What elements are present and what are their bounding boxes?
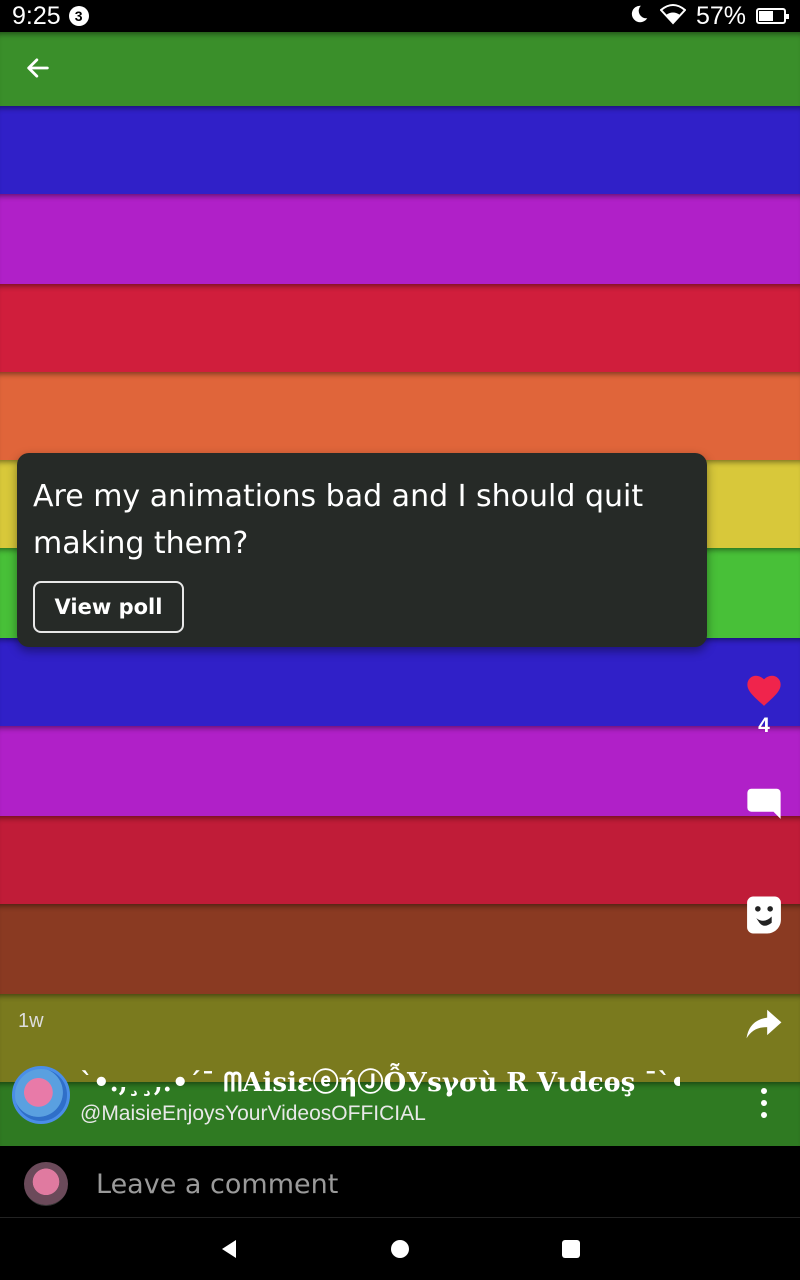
background-stripe (0, 904, 800, 994)
more-options-button[interactable] (752, 1088, 776, 1118)
notification-count-badge: 3 (68, 6, 89, 26)
more-dot (761, 1100, 767, 1106)
background-stripe (0, 816, 800, 904)
share-action[interactable] (744, 1008, 784, 1040)
view-poll-button[interactable]: View poll (33, 581, 184, 633)
comment-icon (747, 788, 781, 819)
battery-level-fill (759, 11, 773, 21)
background-stripe (0, 194, 800, 284)
background-stripe (0, 372, 800, 460)
home-circle-icon (391, 1240, 409, 1258)
comment-bar (0, 1146, 800, 1218)
nav-home-button[interactable] (387, 1236, 413, 1262)
battery-percent: 57% (695, 1, 746, 30)
author-row: `•.,¸¸,.•´¯ ᗰAisiɛⓔήⒿỖУsγσù R Vιdєѳş ¯`•… (12, 1062, 788, 1134)
back-triangle-icon (222, 1240, 236, 1258)
status-time: 9:25 (12, 1, 61, 30)
background-stripe (0, 726, 800, 816)
comment-input[interactable] (96, 1164, 756, 1204)
author-avatar[interactable] (12, 1066, 70, 1124)
nav-recents-button[interactable] (558, 1236, 584, 1262)
like-count: 4 (758, 714, 770, 737)
sticker-action[interactable] (744, 895, 784, 935)
post-time-ago: 1w (18, 1010, 44, 1032)
back-button[interactable] (20, 50, 56, 86)
author-handle[interactable]: @MaisieEnjoysYourVideosOFFICIAL (80, 1102, 426, 1126)
background-stripe (0, 32, 800, 106)
more-dot (761, 1088, 767, 1094)
sticker-icon (747, 896, 781, 934)
wifi-icon (659, 3, 687, 29)
poll-card: Are my animations bad and I should quit … (17, 453, 707, 647)
nav-back-button[interactable] (216, 1236, 242, 1262)
app-screen: 9:25 3 57% Are my animations bad and I s… (0, 0, 800, 1280)
status-bar: 9:25 3 57% (0, 0, 800, 32)
status-left: 9:25 3 (12, 2, 89, 31)
share-icon (746, 1009, 782, 1039)
status-right: 57% (628, 1, 789, 31)
arrow-left-icon (27, 58, 49, 78)
author-display-name[interactable]: `•.,¸¸,.•´¯ ᗰAisiɛⓔήⒿỖУsγσù R Vιdєѳş ¯`•… (80, 1062, 680, 1100)
recents-square-icon (562, 1240, 580, 1258)
background-stripe (0, 638, 800, 726)
moon-icon (628, 3, 650, 29)
more-dot (761, 1112, 767, 1118)
like-action[interactable]: 4 (742, 672, 786, 738)
battery-icon (756, 8, 789, 24)
system-nav-bar (0, 1218, 800, 1280)
heart-icon (747, 675, 781, 706)
background-stripe (0, 284, 800, 372)
background-stripe (0, 106, 800, 194)
comment-action[interactable] (744, 784, 784, 822)
poll-question: Are my animations bad and I should quit … (33, 479, 644, 561)
current-user-avatar (24, 1162, 68, 1206)
